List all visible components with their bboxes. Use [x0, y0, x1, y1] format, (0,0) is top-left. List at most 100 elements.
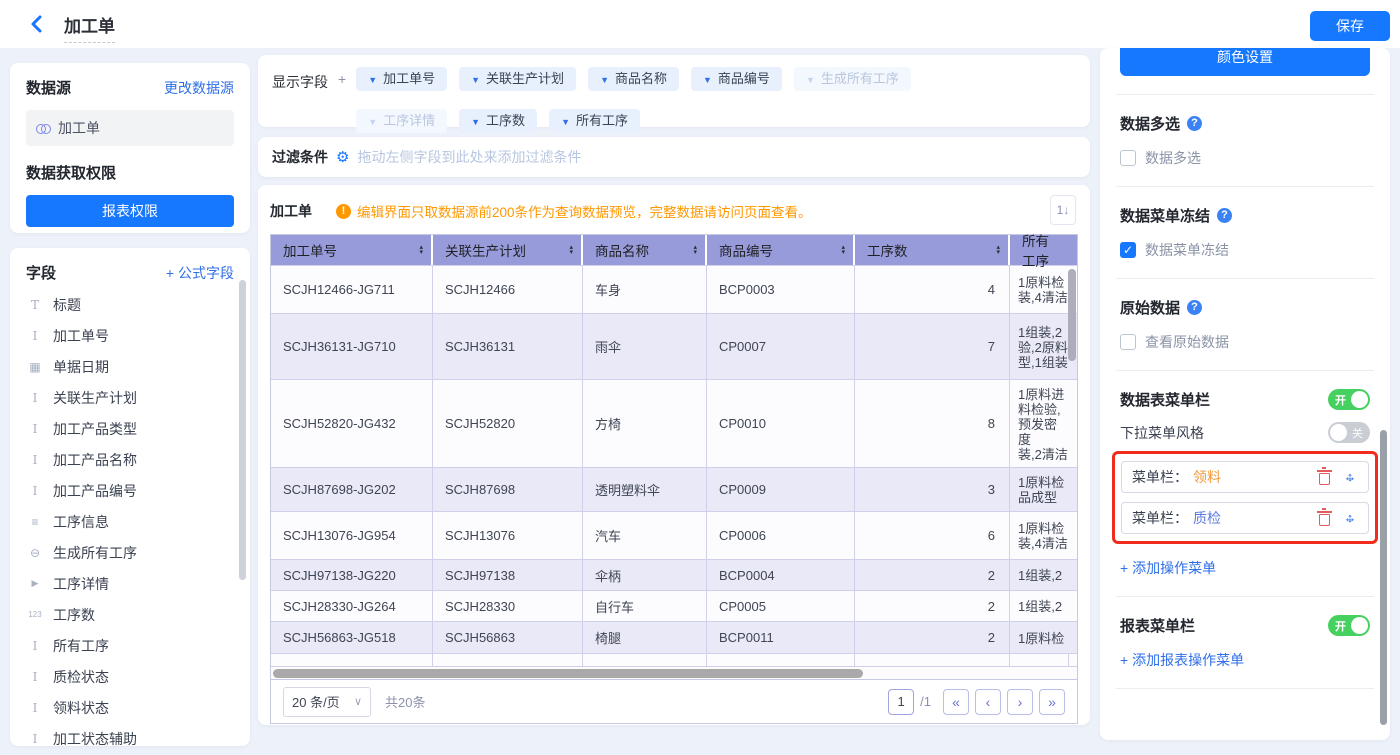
- display-field-chip-生成所有工序[interactable]: ▼生成所有工序: [794, 67, 911, 91]
- table-row[interactable]: SCJH13076-JG954SCJH13076汽车CP000661原料检 装,…: [271, 511, 1077, 559]
- sort-icon[interactable]: ▴▾: [693, 245, 697, 255]
- action-menu-item-质检[interactable]: 菜单栏：质检↔↕: [1121, 502, 1369, 534]
- datasource-item[interactable]: 加工单: [26, 110, 234, 146]
- caret-down-icon: ▼: [368, 75, 377, 85]
- sort-icon[interactable]: ▴▾: [841, 245, 845, 255]
- table-row[interactable]: SCJH12466-JG711SCJH12466车身BCP000341原料检 装…: [271, 265, 1077, 313]
- table-warning: 编辑界面只取数据源前200条作为查询数据预览，完整数据请访问页面查看。: [357, 201, 812, 221]
- column-header-工序数[interactable]: 工序数▴▾: [855, 235, 1010, 265]
- field-item-单据日期[interactable]: ▦单据日期: [26, 351, 234, 382]
- help-icon[interactable]: ?: [1187, 116, 1202, 131]
- field-item-label: 加工产品类型: [53, 419, 137, 439]
- help-icon[interactable]: ?: [1217, 208, 1232, 223]
- add-display-field-icon[interactable]: +: [338, 71, 346, 87]
- table-cell: 1组装,2: [1010, 591, 1069, 622]
- table-cell: 椅腿: [583, 622, 707, 653]
- sort-tool-button[interactable]: 1↓: [1050, 195, 1076, 225]
- table-horizontal-scrollbar[interactable]: [273, 669, 863, 678]
- field-item-质检状态[interactable]: I质检状态: [26, 661, 234, 692]
- text-icon: I: [26, 732, 44, 746]
- table-cell: SCJH12466-JG711: [271, 266, 433, 313]
- datasource-panel: 数据源 更改数据源 加工单 数据获取权限 报表权限: [10, 63, 250, 233]
- formula-field-link[interactable]: + 公式字段: [166, 263, 234, 283]
- table-row[interactable]: SCJH97138-JG220SCJH97138伞柄BCP000421组装,2: [271, 559, 1077, 590]
- color-settings-button[interactable]: 颜色设置: [1120, 48, 1370, 76]
- sort-icon[interactable]: ▴▾: [996, 245, 1000, 255]
- table-cell: SCJH28330-JG264: [271, 591, 433, 621]
- table-row[interactable]: SCJH87698-JG202SCJH87698透明塑料伞CP000931原料检…: [271, 467, 1077, 511]
- dropdown-style-toggle[interactable]: 关: [1328, 422, 1370, 443]
- field-item-加工产品类型[interactable]: I加工产品类型: [26, 413, 234, 444]
- display-field-chip-工序详情[interactable]: ▼工序详情: [356, 109, 447, 133]
- add-action-menu-link[interactable]: + 添加操作菜单: [1120, 558, 1216, 578]
- table-row[interactable]: SCJH28330-JG264SCJH28330自行车CP000521组装,2: [271, 590, 1077, 621]
- column-header-关联生产计划[interactable]: 关联生产计划▴▾: [433, 235, 583, 265]
- fields-scrollbar[interactable]: [239, 280, 246, 580]
- chip-label: 加工单号: [383, 71, 435, 86]
- display-field-chip-商品编号[interactable]: ▼商品编号: [691, 67, 782, 91]
- save-button[interactable]: 保存: [1310, 11, 1390, 41]
- menu-item-prefix: 菜单栏：: [1132, 508, 1188, 528]
- table-row[interactable]: SCJH36131-JG710SCJH36131雨伞CP000771组装,2 验…: [271, 313, 1077, 379]
- sort-icon[interactable]: ▴▾: [419, 245, 423, 255]
- field-item-生成所有工序[interactable]: ⊖生成所有工序: [26, 537, 234, 568]
- link-icon: [36, 123, 50, 133]
- report-permission-button[interactable]: 报表权限: [26, 195, 234, 227]
- next-page-icon[interactable]: ›: [1007, 689, 1033, 715]
- column-header-所有工序[interactable]: 所有工序: [1010, 235, 1069, 265]
- field-item-工序详情[interactable]: ▶工序详情: [26, 568, 234, 599]
- text-icon: I: [26, 670, 44, 684]
- display-field-chip-关联生产计划[interactable]: ▼关联生产计划: [459, 67, 576, 91]
- display-field-chip-工序数[interactable]: ▼工序数: [459, 109, 537, 133]
- field-item-领料状态[interactable]: I领料状态: [26, 692, 234, 723]
- multi-select-checkbox-label: 数据多选: [1145, 148, 1201, 168]
- report-menu-toggle[interactable]: 开: [1328, 615, 1370, 636]
- menu-freeze-checkbox[interactable]: ✓: [1120, 242, 1136, 258]
- field-item-关联生产计划[interactable]: I关联生产计划: [26, 382, 234, 413]
- table-vertical-scrollbar[interactable]: [1068, 269, 1076, 361]
- page-size-select[interactable]: 20 条/页 ∨: [283, 687, 371, 717]
- sort-icon[interactable]: ▴▾: [569, 245, 573, 255]
- first-page-icon[interactable]: «: [943, 689, 969, 715]
- change-datasource-link[interactable]: 更改数据源: [164, 78, 234, 98]
- display-field-chip-所有工序[interactable]: ▼所有工序: [549, 109, 640, 133]
- gear-icon[interactable]: ⚙: [336, 148, 349, 166]
- filter-dropzone[interactable]: 拖动左侧字段到此处来添加过滤条件: [357, 147, 581, 167]
- help-icon[interactable]: ?: [1187, 300, 1202, 315]
- column-header-商品名称[interactable]: 商品名称▴▾: [583, 235, 707, 265]
- display-field-chip-加工单号[interactable]: ▼ 加工单号: [356, 67, 447, 91]
- trash-icon[interactable]: [1319, 473, 1330, 485]
- field-item-加工单号[interactable]: I加工单号: [26, 320, 234, 351]
- table-menu-toggle[interactable]: 开: [1328, 389, 1370, 410]
- caret-down-icon: ▼: [471, 117, 480, 127]
- move-icon[interactable]: ↔↕: [1342, 469, 1358, 485]
- display-field-chip-商品名称[interactable]: ▼商品名称: [588, 67, 679, 91]
- action-menu-item-领料[interactable]: 菜单栏：领料↔↕: [1121, 461, 1369, 493]
- raw-data-checkbox[interactable]: [1120, 334, 1136, 350]
- table-cell: BCP0011: [707, 622, 855, 653]
- prev-page-icon[interactable]: ‹: [975, 689, 1001, 715]
- column-header-商品编号[interactable]: 商品编号▴▾: [707, 235, 855, 265]
- field-item-加工状态辅助[interactable]: I加工状态辅助: [26, 723, 234, 746]
- table-row[interactable]: SCJH52820-JG432SCJH52820方椅CP001081原料进 料检…: [271, 379, 1077, 467]
- field-item-所有工序[interactable]: I所有工序: [26, 630, 234, 661]
- move-icon[interactable]: ↔↕: [1342, 510, 1358, 526]
- menu-item-prefix: 菜单栏：: [1132, 467, 1188, 487]
- field-item-加工产品名称[interactable]: I加工产品名称: [26, 444, 234, 475]
- field-item-工序信息[interactable]: ≡工序信息: [26, 506, 234, 537]
- field-item-工序数[interactable]: 123工序数: [26, 599, 234, 630]
- field-item-加工产品编号[interactable]: I加工产品编号: [26, 475, 234, 506]
- multi-select-checkbox[interactable]: [1120, 150, 1136, 166]
- table-cell: CP0009: [707, 468, 855, 511]
- field-item-label: 工序信息: [53, 512, 109, 532]
- page-number-input[interactable]: 1: [888, 689, 914, 715]
- back-icon[interactable]: [26, 13, 48, 35]
- table-cell: CP0010: [707, 380, 855, 467]
- last-page-icon[interactable]: »: [1039, 689, 1065, 715]
- table-row[interactable]: SCJH56863-JG518SCJH56863椅腿BCP001121原料检: [271, 621, 1077, 653]
- column-header-加工单号[interactable]: 加工单号▴▾: [271, 235, 433, 265]
- trash-icon[interactable]: [1319, 514, 1330, 526]
- add-report-action-menu-link[interactable]: + 添加报表操作菜单: [1120, 650, 1244, 670]
- settings-scrollbar[interactable]: [1380, 430, 1387, 725]
- field-item-标题[interactable]: T标题: [26, 289, 234, 320]
